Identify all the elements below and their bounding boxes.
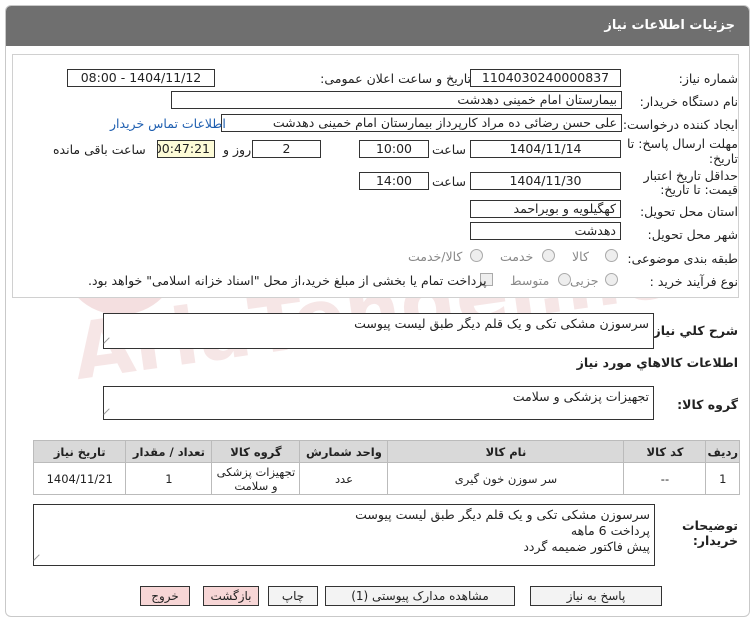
- category-radio-both[interactable]: [470, 249, 483, 262]
- table-row: 1 -- سر سوزن خون گیری عدد تجهیزات پزشکی …: [32, 462, 740, 495]
- process-radio-medium[interactable]: [558, 273, 571, 286]
- goods-table: ردیف کد کالا نام کالا واحد شمارش گروه کا…: [32, 440, 740, 495]
- category-option-goods: کالا: [572, 249, 589, 264]
- reply-button[interactable]: پاسخ به نیاز: [530, 586, 662, 606]
- summary-text: سرسوزن مشکی تکی و یک قلم دیگر طبق لیست پ…: [354, 316, 649, 331]
- category-radio-service[interactable]: [542, 249, 555, 262]
- buyer-notes-textarea: سرسوزن مشکی تکی و یک قلم دیگر طبق لیست پ…: [33, 504, 655, 566]
- summary-label: شرح کلي نياز:: [648, 323, 738, 338]
- deadline-label-1: مهلت ارسال پاسخ: تا: [627, 136, 738, 151]
- goods-group-textarea: تجهیزات پزشکی و سلامت: [103, 386, 654, 420]
- buyer-notes-line-1: سرسوزن مشکی تکی و یک قلم دیگر طبق لیست پ…: [355, 507, 650, 522]
- treasury-payment-note: پرداخت تمام یا بخشی از مبلغ خرید،از محل …: [88, 273, 487, 288]
- city-field: دهدشت: [470, 222, 621, 240]
- need-number-label: شماره نیاز:: [678, 71, 738, 86]
- col-header-qty: تعداد / مقدار: [125, 440, 213, 463]
- category-label: طبقه بندی موضوعی:: [627, 251, 738, 266]
- cell-code: --: [623, 462, 707, 495]
- remaining-label: ساعت باقی مانده: [53, 142, 146, 157]
- category-radio-goods[interactable]: [605, 249, 618, 262]
- cell-name: سر سوزن خون گیری: [387, 462, 625, 495]
- buyer-notes-line-2: پرداخت 6 ماهه: [570, 523, 650, 538]
- exit-button[interactable]: خروج: [140, 586, 190, 606]
- back-button[interactable]: بازگشت: [203, 586, 259, 606]
- category-option-both: کالا/خدمت: [408, 249, 463, 264]
- buyer-field: بیمارستان امام خمینی دهدشت: [171, 91, 622, 109]
- page-title: جزئیات اطلاعات نیاز: [604, 18, 735, 33]
- view-attachments-button[interactable]: مشاهده مدارک پیوستی (1): [325, 586, 515, 606]
- print-button[interactable]: چاپ: [268, 586, 318, 606]
- summary-textarea: سرسوزن مشکی تکی و یک قلم دیگر طبق لیست پ…: [103, 313, 654, 349]
- city-label: شهر محل تحویل:: [647, 227, 738, 242]
- deadline-label-2: تاریخ:: [708, 151, 738, 166]
- process-option-medium: متوسط: [510, 273, 550, 288]
- process-label: نوع فرآیند خرید :: [649, 274, 738, 289]
- goods-info-heading: اطلاعات کالاهاي مورد نياز: [576, 355, 738, 370]
- buyer-notes-label-2: خریدار:: [692, 533, 738, 548]
- col-header-name: نام کالا: [387, 440, 625, 463]
- buyer-notes-line-3: پیش فاکتور ضمیمه گردد: [523, 539, 650, 554]
- creator-label: ایجاد کننده درخواست:: [622, 117, 738, 132]
- creator-field: علی حسن رضائی ده مراد کارپرداز بیمارستان…: [221, 114, 622, 132]
- resize-handle[interactable]: [33, 554, 45, 566]
- cell-row-number: 1: [705, 462, 740, 495]
- days-label: روز و: [223, 142, 252, 157]
- process-radio-minor[interactable]: [605, 273, 618, 286]
- announce-label: تاریخ و ساعت اعلان عمومی:: [320, 71, 471, 86]
- col-header-group: گروه کالا: [211, 440, 301, 463]
- cell-date: 1404/11/21: [32, 462, 127, 495]
- resize-handle[interactable]: [103, 337, 115, 349]
- col-header-date: تاریخ نیاز: [32, 440, 127, 463]
- col-header-code: کد کالا: [623, 440, 707, 463]
- province-label: استان محل تحویل:: [639, 204, 738, 219]
- validity-time-label: ساعت: [432, 174, 467, 189]
- category-option-service: خدمت: [500, 249, 534, 264]
- resize-handle[interactable]: [103, 408, 115, 420]
- col-header-unit: واحد شمارش: [299, 440, 389, 463]
- validity-label-2: قیمت: تا تاریخ:: [660, 182, 738, 197]
- process-option-minor: جزیی: [570, 273, 599, 288]
- need-number-field: 1104030240000837: [470, 69, 621, 87]
- panel-header: جزئیات اطلاعات نیاز: [6, 6, 749, 46]
- validity-label-1: حداقل تاریخ اعتبار: [643, 168, 738, 183]
- buyer-label: نام دستگاه خریدار:: [639, 94, 738, 109]
- announce-field: 1404/11/12 - 08:00: [67, 69, 215, 87]
- goods-group-text: تجهیزات پزشکی و سلامت: [512, 389, 649, 404]
- deadline-time-field: 10:00: [359, 140, 429, 158]
- col-header-row-number: ردیف: [705, 440, 740, 463]
- cell-qty: 1: [125, 462, 213, 495]
- cell-unit: عدد: [299, 462, 389, 495]
- goods-group-label: گروه کالا:: [677, 397, 738, 412]
- contact-buyer-link[interactable]: اطلاعات تماس خریدار: [110, 116, 226, 131]
- validity-date-field: 1404/11/30: [470, 172, 621, 190]
- buyer-notes-label-1: توضیحات: [682, 518, 738, 533]
- remaining-time-field: 00:47:21: [157, 140, 215, 158]
- deadline-time-label: ساعت: [432, 142, 467, 157]
- table-header-row: ردیف کد کالا نام کالا واحد شمارش گروه کا…: [32, 440, 740, 463]
- validity-time-field: 14:00: [359, 172, 429, 190]
- deadline-date-field: 1404/11/14: [470, 140, 621, 158]
- province-field: کهگیلویه و بویراحمد: [470, 200, 621, 218]
- days-field: 2: [252, 140, 321, 158]
- cell-group: تجهیزات پزشکی و سلامت: [211, 462, 301, 495]
